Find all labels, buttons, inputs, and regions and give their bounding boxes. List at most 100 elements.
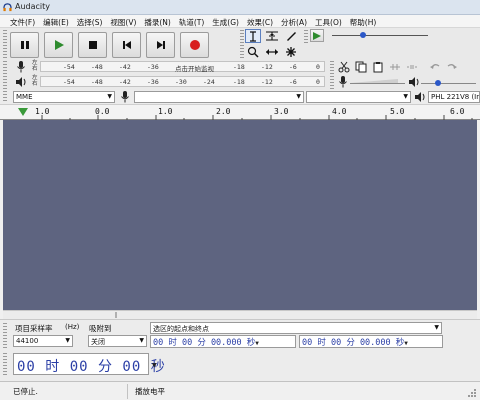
status-divider <box>127 384 128 399</box>
project-rate-label: 项目采样率 <box>15 324 53 333</box>
toolbar-grip[interactable] <box>304 30 308 44</box>
ruler-label: 1.0 <box>158 107 173 116</box>
menu-analyze[interactable]: 分析(A) <box>281 15 307 27</box>
play-at-speed-button[interactable] <box>310 29 324 42</box>
right-channel-label: 右 <box>32 65 38 72</box>
menu-file[interactable]: 文件(F) <box>10 15 35 27</box>
selection-tool-button[interactable] <box>245 29 261 43</box>
slider-thumb[interactable] <box>360 32 366 38</box>
microphone-icon[interactable] <box>16 61 26 73</box>
device-toolbar: MME ▼ ▼ ▼ PHL 221V8 (Int <box>0 90 480 104</box>
toolbar-grip[interactable] <box>3 353 7 375</box>
meter-tick: -48 <box>91 63 103 71</box>
playback-speed-slider[interactable] <box>330 29 430 42</box>
envelope-tool-button[interactable] <box>264 29 280 43</box>
title-bar: Audacity <box>0 0 480 15</box>
recording-device-select[interactable]: ▼ <box>134 91 304 103</box>
selection-tool-icon <box>250 30 256 42</box>
stop-button[interactable] <box>78 32 107 58</box>
slider-thumb[interactable] <box>435 80 441 86</box>
menu-tracks[interactable]: 轨道(T) <box>179 15 204 27</box>
paste-icon <box>373 61 382 72</box>
timeshift-tool-button[interactable] <box>264 45 280 59</box>
meter-tick: -54 <box>63 78 75 86</box>
toolbar-grip[interactable] <box>330 61 334 74</box>
meter-monitor-hint: 点击开始监视 <box>175 65 214 73</box>
menu-generate[interactable]: 生成(G) <box>212 15 239 27</box>
chevron-down-icon[interactable]: ▼ <box>152 362 157 369</box>
ruler-label: 4.0 <box>332 107 347 116</box>
toolbar-grip[interactable] <box>3 76 7 89</box>
playback-volume-slider[interactable] <box>421 76 476 88</box>
recording-channels-select[interactable]: ▼ <box>306 91 411 103</box>
scrollbar-thumb[interactable] <box>115 312 117 318</box>
meter-tick: -36 <box>147 78 159 86</box>
project-rate-unit: (Hz) <box>65 323 80 331</box>
redo-icon <box>447 63 457 69</box>
menu-edit[interactable]: 编辑(E) <box>43 15 69 27</box>
speaker-icon <box>409 77 419 87</box>
meter-tick: -54 <box>63 63 75 71</box>
recording-volume-slider[interactable] <box>350 76 405 88</box>
menu-select[interactable]: 选择(S) <box>77 15 103 27</box>
horizontal-scrollbar[interactable] <box>3 310 477 319</box>
resize-grip-icon[interactable] <box>467 388 477 398</box>
toolbar-grip[interactable] <box>3 61 7 74</box>
microphone-icon <box>121 91 129 103</box>
playback-device-value: PHL 221V8 (Int <box>431 93 480 101</box>
meter-tick: -30 <box>175 78 187 86</box>
meter-tick: -6 <box>289 63 297 71</box>
selection-mode-select[interactable]: 选区的起点和终点 ▼ <box>150 322 442 334</box>
speaker-icon <box>415 92 425 102</box>
record-button[interactable] <box>180 32 209 58</box>
undo-button[interactable] <box>427 60 442 73</box>
toolbar-grip[interactable] <box>3 91 7 103</box>
paste-button[interactable] <box>370 60 385 73</box>
silence-button[interactable] <box>404 60 419 73</box>
toolbar-grip[interactable] <box>330 76 334 89</box>
audio-position-display[interactable]: 00 时 00 分 00 秒 <box>13 353 165 375</box>
timeline-ruler[interactable]: 1.0 0.0 1.0 2.0 3.0 4.0 5.0 6.0 <box>0 104 480 120</box>
chevron-down-icon: ▼ <box>404 340 408 347</box>
toolbar-grip[interactable] <box>240 30 244 60</box>
menu-effect[interactable]: 效果(C) <box>247 15 273 27</box>
menu-transport[interactable]: 播录(N) <box>144 15 170 27</box>
project-rate-select[interactable]: 44100 ▼ <box>13 335 73 347</box>
menu-view[interactable]: 视图(V) <box>110 15 136 27</box>
playback-meter[interactable]: -54 -48 -42 -36 -30 -24 -18 -12 -6 0 <box>40 76 325 87</box>
meter-tick: -18 <box>233 78 245 86</box>
redo-button[interactable] <box>444 60 459 73</box>
toolbar-grip[interactable] <box>3 30 7 60</box>
record-meter[interactable]: -54 -48 -42 -36 点击开始监视 -18 -12 -6 0 <box>40 61 325 73</box>
track-panel[interactable] <box>3 120 477 310</box>
zoom-tool-icon <box>247 46 259 58</box>
pause-button[interactable] <box>10 32 39 58</box>
trim-button[interactable] <box>387 60 402 73</box>
chevron-down-icon: ▼ <box>434 324 439 331</box>
copy-button[interactable] <box>353 60 368 73</box>
trim-audio-icon <box>389 63 400 70</box>
skip-to-start-button[interactable] <box>112 32 141 58</box>
ruler-ticks <box>41 115 473 120</box>
play-button[interactable] <box>44 32 73 58</box>
zoom-tool-button[interactable] <box>245 45 261 59</box>
menu-help[interactable]: 帮助(H) <box>350 15 377 27</box>
selection-start-time[interactable]: 00 时 00 分 00.000 秒▼ <box>150 335 296 348</box>
menu-tools[interactable]: 工具(O) <box>315 15 342 27</box>
draw-tool-button[interactable] <box>283 29 299 43</box>
multi-tool-button[interactable] <box>283 45 299 59</box>
audio-host-value: MME <box>16 93 33 101</box>
ruler-label: 0.0 <box>95 107 110 116</box>
cut-button[interactable] <box>336 60 351 73</box>
playback-device-select[interactable]: PHL 221V8 (Int <box>428 91 480 103</box>
audio-host-select[interactable]: MME ▼ <box>13 91 115 103</box>
selection-end-time[interactable]: 00 时 00 分 00.000 秒▼ <box>299 335 443 348</box>
chevron-down-icon: ▼ <box>296 93 301 100</box>
toolbar-area: 左右 -54 -48 -42 -36 点击开始监视 -18 -12 -6 0 左… <box>0 28 480 90</box>
snap-to-select[interactable]: 关闭 ▼ <box>88 335 147 347</box>
skip-to-end-button[interactable] <box>146 32 175 58</box>
speaker-icon[interactable] <box>15 76 27 88</box>
toolbar-grip[interactable] <box>3 323 7 349</box>
draw-tool-icon <box>287 32 296 41</box>
ruler-label: 1.0 <box>35 107 50 116</box>
